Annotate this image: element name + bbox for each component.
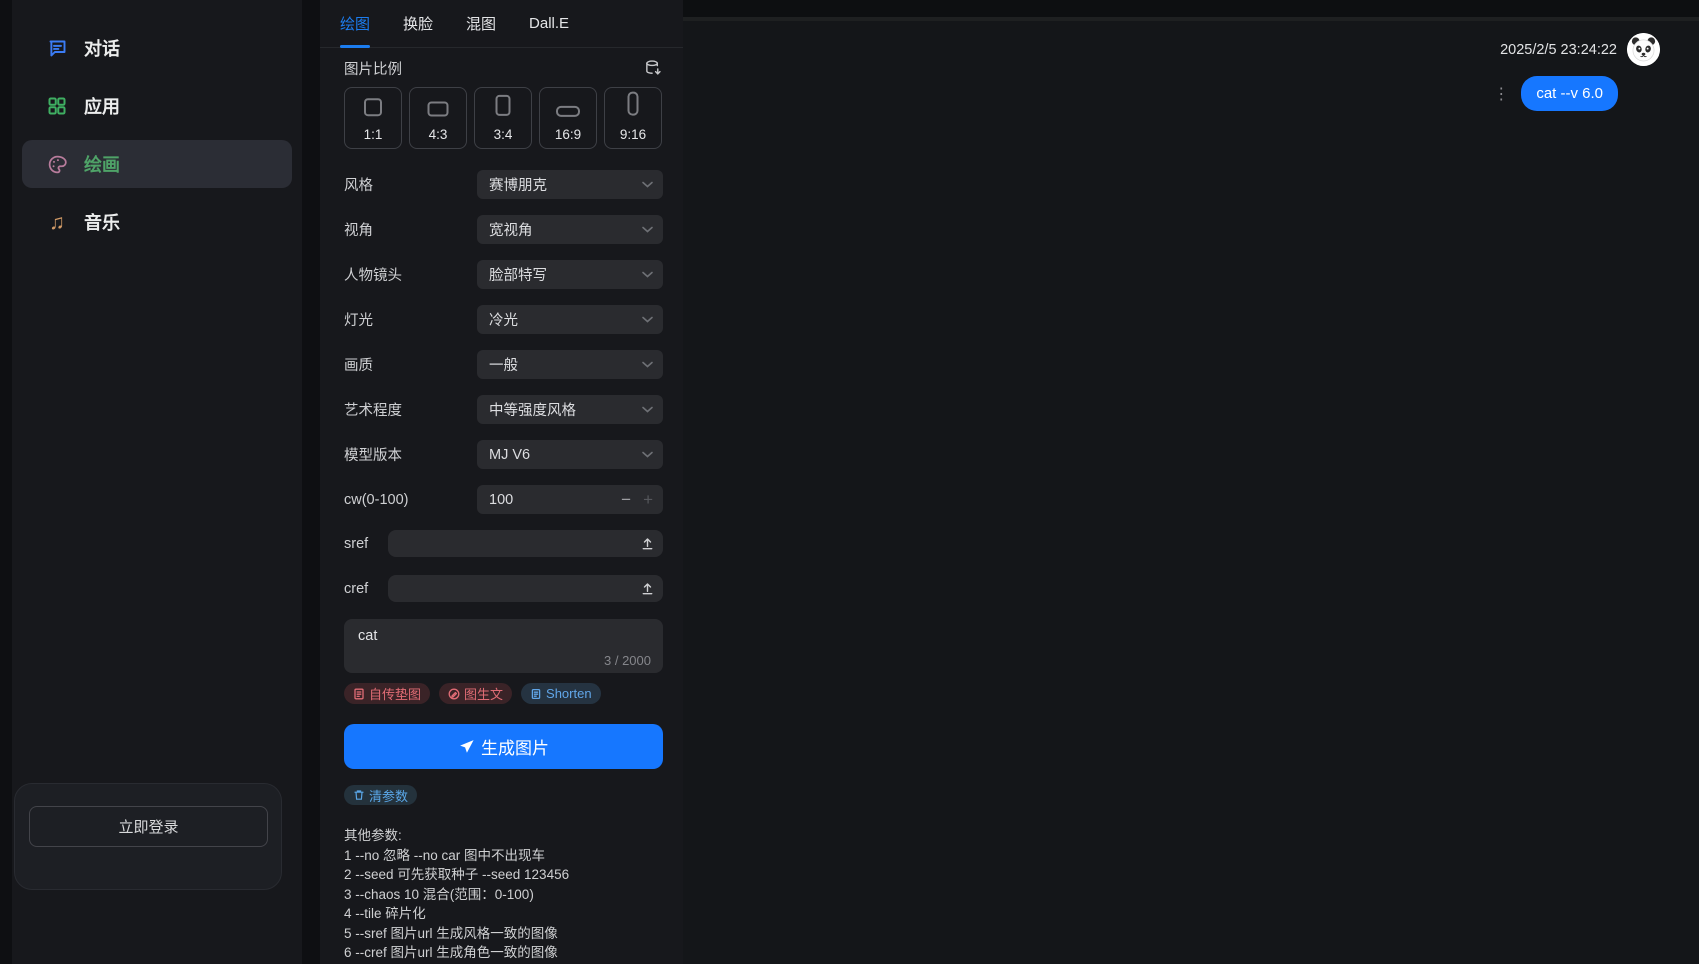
stylize-label: 艺术程度 — [344, 399, 402, 420]
shorten-icon — [530, 688, 542, 700]
ratio-options: 1:1 4:3 3:4 16:9 9:16 — [344, 87, 663, 149]
avatar[interactable] — [1627, 33, 1660, 66]
view-angle-label: 视角 — [344, 219, 373, 240]
document-icon — [353, 688, 365, 700]
app-window: 对话 应用 — [0, 0, 1699, 964]
ratio-shape — [628, 92, 639, 116]
help-line: 4 --tile 碎片化 — [344, 904, 663, 924]
tab-face-swap[interactable]: 换脸 — [403, 0, 433, 48]
ratio-shape — [364, 98, 382, 116]
sidebar-item-label: 对话 — [84, 35, 120, 61]
upload-base-image-tag[interactable]: 自传垫图 — [344, 683, 430, 704]
ratio-9-16[interactable]: 9:16 — [604, 87, 662, 149]
model-version-select[interactable]: MJ V6 — [477, 440, 663, 469]
upload-icon — [640, 536, 655, 551]
quality-label: 画质 — [344, 354, 373, 375]
help-line: 3 --chaos 10 混合(范围：0-100) — [344, 885, 663, 905]
ratio-4-3[interactable]: 4:3 — [409, 87, 467, 149]
tab-bar: 绘图 换脸 混图 Dall.E — [320, 0, 683, 48]
message-menu-icon[interactable]: ⋮ — [1493, 84, 1509, 104]
chevron-down-icon — [642, 451, 653, 458]
shorten-tag[interactable]: Shorten — [521, 683, 601, 704]
trash-icon — [353, 789, 365, 801]
sidebar-item-label: 绘画 — [84, 151, 120, 177]
sref-input[interactable] — [388, 530, 663, 557]
user-message-bubble[interactable]: cat --v 6.0 — [1521, 76, 1618, 111]
upload-icon — [640, 581, 655, 596]
help-line: 1 --no 忽略 --no car 图中不出现车 — [344, 846, 663, 866]
style-select[interactable]: 赛博朋克 — [477, 170, 663, 199]
chevron-down-icon — [642, 271, 653, 278]
panel-content: 图片比例 1:1 4:3 — [320, 58, 683, 963]
lighting-select[interactable]: 冷光 — [477, 305, 663, 334]
image-to-text-tag[interactable]: 图生文 — [439, 683, 512, 704]
ratio-16-9[interactable]: 16:9 — [539, 87, 597, 149]
chevron-down-icon — [642, 181, 653, 188]
ratio-1-1[interactable]: 1:1 — [344, 87, 402, 149]
login-card: 立即登录 — [14, 783, 282, 890]
message-timestamp: 2025/2/5 23:24:22 — [1500, 42, 1617, 58]
login-button[interactable]: 立即登录 — [29, 806, 268, 847]
apps-icon — [46, 95, 68, 117]
quality-select[interactable]: 一般 — [477, 350, 663, 379]
cw-input[interactable] — [489, 492, 615, 508]
help-line: 5 --sref 图片url 生成风格一致的图像 — [344, 924, 663, 944]
pencil-icon — [448, 688, 460, 700]
model-version-label: 模型版本 — [344, 444, 402, 465]
music-icon: ♫ — [46, 211, 68, 233]
chat-area: 2025/2/5 23:24:22 — [683, 0, 1699, 964]
char-counter: 3 / 2000 — [604, 653, 651, 668]
panda-avatar-icon — [1627, 33, 1660, 66]
ratio-shape — [556, 106, 580, 117]
character-shot-label: 人物镜头 — [344, 264, 402, 285]
chat-icon — [46, 37, 68, 59]
draw-settings-panel: 绘图 换脸 混图 Dall.E 图片比例 — [320, 0, 683, 964]
sidebar-nav: 对话 应用 — [12, 0, 302, 246]
cw-stepper: − + — [477, 485, 663, 514]
tab-dalle[interactable]: Dall.E — [529, 0, 569, 48]
sidebar-item-label: 音乐 — [84, 209, 120, 235]
prompt-box: cat 3 / 2000 — [344, 619, 663, 673]
sref-label: sref — [344, 536, 388, 552]
cref-label: cref — [344, 581, 388, 597]
lighting-label: 灯光 — [344, 309, 373, 330]
ratio-shape — [428, 102, 449, 117]
cref-input[interactable] — [388, 575, 663, 602]
chevron-down-icon — [642, 361, 653, 368]
character-shot-select[interactable]: 脸部特写 — [477, 260, 663, 289]
sidebar-item-draw[interactable]: 绘画 — [22, 140, 292, 188]
save-template-icon[interactable] — [644, 59, 663, 78]
ratio-shape — [496, 95, 511, 116]
clear-params-tag[interactable]: 清参数 — [344, 785, 417, 805]
tab-draw[interactable]: 绘图 — [340, 0, 370, 48]
view-angle-select[interactable]: 宽视角 — [477, 215, 663, 244]
sidebar-item-apps[interactable]: 应用 — [22, 82, 292, 130]
chat-top-strip — [683, 0, 1699, 21]
prompt-tools: 自传垫图 图生文 Shorten — [344, 683, 663, 704]
paper-plane-icon — [458, 738, 475, 755]
sidebar-item-chat[interactable]: 对话 — [22, 24, 292, 72]
chevron-down-icon — [642, 316, 653, 323]
tab-blend[interactable]: 混图 — [466, 0, 496, 48]
chevron-down-icon — [642, 406, 653, 413]
message-group: 2025/2/5 23:24:22 — [1493, 33, 1660, 111]
sidebar: 对话 应用 — [12, 0, 302, 964]
sidebar-item-label: 应用 — [84, 93, 120, 119]
help-line: 其他参数: — [344, 826, 663, 846]
help-line: 6 --cref 图片url 生成角色一致的图像 — [344, 943, 663, 963]
ratio-3-4[interactable]: 3:4 — [474, 87, 532, 149]
help-line: 2 --seed 可先获取种子 --seed 123456 — [344, 865, 663, 885]
chevron-down-icon — [642, 226, 653, 233]
other-params-help: 其他参数: 1 --no 忽略 --no car 图中不出现车 2 --seed… — [344, 826, 663, 963]
ratio-label: 图片比例 — [344, 58, 402, 79]
plus-button[interactable]: + — [637, 490, 653, 510]
minus-button[interactable]: − — [615, 490, 637, 510]
style-label: 风格 — [344, 174, 373, 195]
sidebar-item-music[interactable]: ♫ 音乐 — [22, 198, 292, 246]
cw-label: cw(0-100) — [344, 492, 408, 508]
stylize-select[interactable]: 中等强度风格 — [477, 395, 663, 424]
generate-image-button[interactable]: 生成图片 — [344, 724, 663, 769]
palette-icon — [46, 153, 68, 175]
